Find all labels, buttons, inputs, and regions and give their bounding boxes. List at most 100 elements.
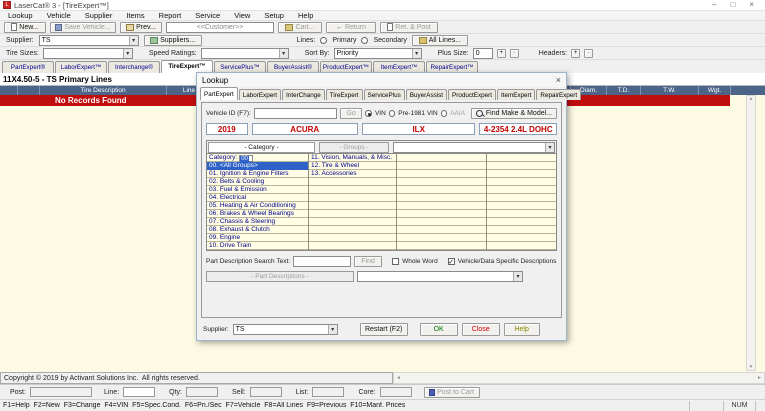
ret-and-post-button[interactable]: Ret. & Post [380,22,438,33]
dialog-supplier-combo[interactable]: TS▾ [233,324,338,335]
menu-item[interactable]: Vehicle [47,11,71,20]
expert-tab[interactable]: LaborExpert™ [55,61,107,73]
grid-column-header[interactable]: Wgt. [699,86,731,95]
part-descriptions-button[interactable]: - Part Descriptions - [206,271,354,282]
groups-combo[interactable]: ▾ [393,142,555,153]
grid-column-header[interactable] [18,86,40,95]
vehicle-make-box[interactable]: ACURA [252,123,358,135]
sell-field[interactable] [250,387,282,397]
category-item[interactable]: 08. Exhaust & Clutch [207,226,308,234]
groups-button[interactable]: - Groups - [319,142,389,153]
lookup-tab[interactable]: TireExpert [326,89,363,100]
vehicle-data-label[interactable]: Vehicle/Data Specific Descriptions [458,258,557,265]
post-field[interactable] [30,387,92,397]
chevron-down-icon[interactable]: ▾ [328,325,337,334]
vertical-scrollbar[interactable]: ▲ ▼ [746,95,756,371]
go-button[interactable]: Go [340,108,363,119]
scroll-right-icon[interactable]: ► [757,375,762,381]
restart-button[interactable]: Restart (F2) [360,323,408,336]
maximize-icon[interactable]: □ [730,0,735,10]
category-item[interactable]: 11. Vision, Manuals, & Misc. [309,154,396,162]
category-item[interactable]: 02. Belts & Cooling [207,178,308,186]
lookup-tab[interactable]: PartExpert [200,87,238,100]
lookup-tab[interactable]: ItemExpert [497,89,535,100]
chevron-down-icon[interactable]: ▾ [279,49,288,58]
vin-radio[interactable] [365,110,372,117]
category-item[interactable]: 09. Engine [207,234,308,242]
list-field[interactable] [312,387,344,397]
category-item[interactable]: 01. Ignition & Engine Filters [207,170,308,178]
vehicle-engine-box[interactable]: 4-2354 2.4L DOHC [479,123,557,135]
expert-tab[interactable]: Interchange® [108,61,160,73]
ok-button[interactable]: OK [420,323,458,336]
minimize-icon[interactable]: – [712,0,716,10]
plus-size-value[interactable]: 0 [473,48,493,59]
category-item[interactable]: 10. Drive Train [207,242,308,250]
category-item[interactable]: 07. Chassis & Steering [207,218,308,226]
category-item[interactable]: 03. Fuel & Emission [207,186,308,194]
category-item[interactable]: 13. Accessories [309,170,396,178]
menu-item[interactable]: Setup [264,11,284,20]
lookup-dialog-title-bar[interactable]: Lookup × [197,73,566,87]
expert-tab[interactable]: PartExpert® [2,61,54,73]
horizontal-scrollbar[interactable]: ◄ ► [393,372,765,384]
plus-size-down-button[interactable]: - [510,49,519,58]
sort-by-combo[interactable]: Priority▾ [334,48,422,59]
customer-box[interactable]: <<Customer>> [166,22,274,33]
vehicle-data-checkbox[interactable]: ✓ [448,258,455,265]
speed-ratings-combo[interactable]: ▾ [201,48,289,59]
category-item[interactable]: 12. Tire & Wheel [309,162,396,170]
help-button[interactable]: Help [504,323,540,336]
chevron-down-icon[interactable]: ▾ [513,272,522,281]
suppliers-button[interactable]: Suppliers... [144,35,202,46]
grid-column-header[interactable] [731,86,765,95]
close-icon[interactable]: × [556,74,561,86]
pre-1981-vin-radio[interactable] [389,110,396,117]
vehicle-model-box[interactable]: ILX [362,123,476,135]
lookup-tab[interactable]: LaborExpert [239,89,281,100]
find-button[interactable]: Find [354,256,382,267]
scroll-up-icon[interactable]: ▲ [749,96,754,102]
scroll-left-icon[interactable]: ◄ [396,375,401,381]
new-button[interactable]: New... [4,22,46,33]
return-button[interactable]: ←Return [326,22,376,33]
category-edit-input[interactable]: 00 [239,155,253,162]
menu-item[interactable]: Supplier [85,11,113,20]
grid-column-header[interactable]: Tire Description [40,86,167,95]
category-item[interactable]: 04. Electrical [207,194,308,202]
save-vehicle-button[interactable]: Save Vehicle... [50,22,116,33]
category-item[interactable]: 05. Heating & Air Conditioning [207,202,308,210]
prev-button[interactable]: Prev... [120,22,162,33]
find-make-model-button[interactable]: Find Make & Model... [471,108,557,119]
lookup-tab[interactable]: BuyerAssist [406,89,447,100]
vehicle-id-input[interactable] [254,108,337,119]
line-field[interactable] [123,387,155,397]
secondary-radio[interactable] [361,37,368,44]
grid-column-header[interactable]: T.W. [641,86,699,95]
grid-column-header[interactable]: T.D. [607,86,641,95]
menu-item[interactable]: Items [126,11,144,20]
chevron-down-icon[interactable]: ▾ [123,49,132,58]
scroll-down-icon[interactable]: ▼ [749,364,754,370]
qty-field[interactable] [186,387,218,397]
lookup-tab[interactable]: ProductExpert [448,89,496,100]
category-item[interactable]: 06. Brakes & Wheel Bearings [207,210,308,218]
lookup-tab[interactable]: InterChange [282,89,325,100]
aaia-label[interactable]: AAIA [450,110,465,117]
aaia-radio[interactable] [441,110,448,117]
vin-label[interactable]: VIN [375,110,386,117]
chevron-down-icon[interactable]: ▾ [545,143,554,152]
menu-item[interactable]: Help [298,11,313,20]
close-button[interactable]: Close [462,323,500,336]
chevron-down-icon[interactable]: ▾ [412,49,421,58]
supplier-combo[interactable]: TS▾ [39,35,139,46]
primary-radio[interactable] [320,37,327,44]
part-descriptions-combo[interactable]: ▾ [357,271,523,282]
menu-item[interactable]: Lookup [8,11,33,20]
grid-column-header[interactable] [0,86,18,95]
cart-button[interactable]: Cart... [278,22,322,33]
lookup-tab[interactable]: ServicePlus [364,89,405,100]
close-icon[interactable]: × [749,0,754,10]
part-desc-search-input[interactable] [293,256,351,267]
primary-label[interactable]: Primary [332,37,356,44]
